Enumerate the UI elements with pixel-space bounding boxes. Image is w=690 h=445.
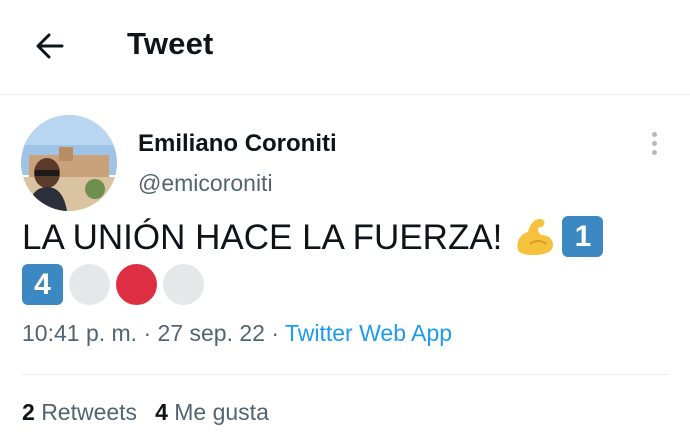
arrow-left-icon bbox=[36, 33, 64, 59]
likes-count: 4 bbox=[155, 399, 168, 425]
keycap-1-icon: 1 bbox=[562, 216, 604, 258]
more-dots-icon bbox=[652, 132, 657, 137]
tweet-text-line: LA UNIÓN HACE LA FUERZA! bbox=[22, 218, 503, 257]
tweet-date[interactable]: 27 sep. 22 bbox=[158, 320, 265, 346]
retweets-label: Retweets bbox=[41, 399, 138, 425]
avatar[interactable] bbox=[21, 115, 117, 211]
meta-separator: · bbox=[264, 320, 285, 346]
retweets-stat[interactable]: 2 Retweets bbox=[22, 399, 137, 425]
flexed-biceps-icon bbox=[512, 214, 556, 258]
author-handle[interactable]: @emicoroniti bbox=[138, 170, 273, 197]
white-circle-icon bbox=[163, 264, 204, 306]
author-display-name[interactable]: Emiliano Coroniti bbox=[138, 130, 337, 158]
more-options-button[interactable] bbox=[644, 130, 664, 156]
likes-label: Me gusta bbox=[174, 399, 269, 425]
top-bar: Tweet bbox=[0, 0, 690, 95]
red-circle-icon bbox=[116, 264, 157, 306]
tweet-stats: 2 Retweets 4 Me gusta bbox=[22, 399, 287, 426]
back-button[interactable] bbox=[30, 26, 70, 66]
tweet-time[interactable]: 10:41 p. m. bbox=[22, 320, 137, 346]
tweet-meta: 10:41 p. m. · 27 sep. 22 · Twitter Web A… bbox=[22, 320, 452, 347]
tweet-text: LA UNIÓN HACE LA FUERZA! 1 4 bbox=[22, 214, 662, 310]
page-title: Tweet bbox=[127, 26, 214, 61]
likes-stat[interactable]: 4 Me gusta bbox=[155, 399, 269, 425]
retweets-count: 2 bbox=[22, 399, 35, 425]
meta-separator: · bbox=[137, 320, 158, 346]
white-circle-icon bbox=[69, 264, 110, 306]
tweet-source-link[interactable]: Twitter Web App bbox=[285, 320, 452, 346]
keycap-4-icon: 4 bbox=[22, 264, 63, 306]
divider bbox=[22, 374, 668, 375]
